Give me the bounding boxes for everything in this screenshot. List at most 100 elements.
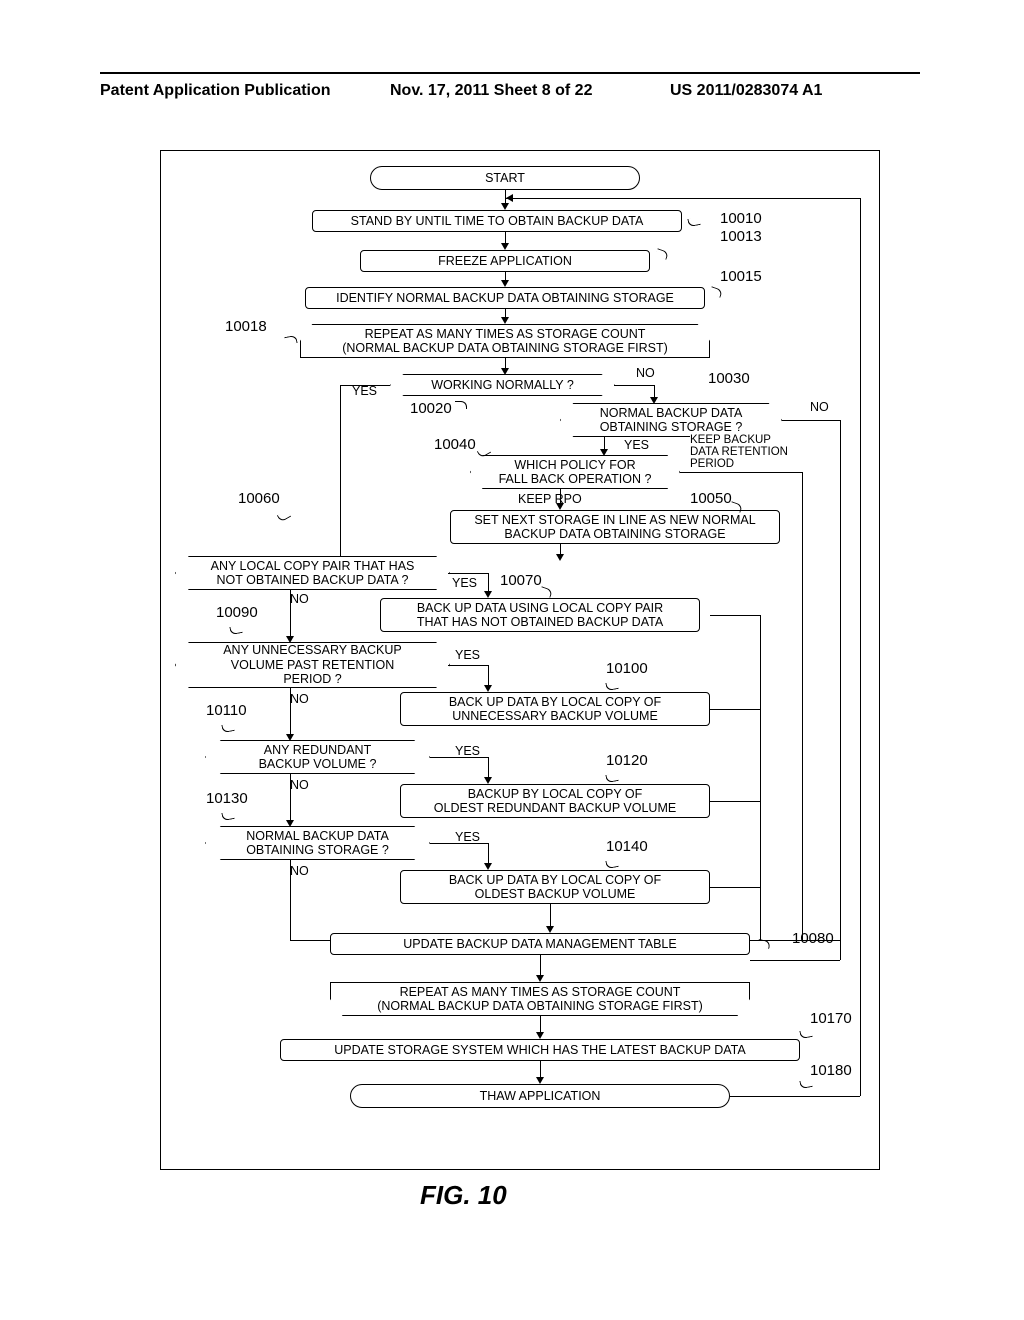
label-yes: YES: [624, 438, 649, 452]
ref-10050: 10050: [690, 490, 732, 507]
connector: [488, 843, 489, 865]
ref-10040: 10040: [434, 436, 476, 453]
node-set-next: SET NEXT STORAGE IN LINE AS NEW NORMAL B…: [450, 510, 780, 544]
arrow-icon: [536, 1077, 544, 1084]
ref-10030: 10030: [708, 370, 750, 387]
arrow-icon: [484, 685, 492, 692]
label-yes: YES: [455, 830, 480, 844]
arrow-icon: [501, 280, 509, 287]
loop-end: REPEAT AS MANY TIMES AS STORAGE COUNT (N…: [330, 982, 750, 1016]
header-rule: [100, 72, 920, 74]
node-set-next-text: SET NEXT STORAGE IN LINE AS NEW NORMAL B…: [474, 513, 755, 542]
connector: [290, 774, 291, 822]
ref-10110: 10110: [206, 702, 247, 719]
arrow-icon: [556, 503, 564, 510]
node-backup-redundant-text: BACKUP BY LOCAL COPY OF OLDEST REDUNDANT…: [434, 787, 676, 816]
decision-policy-text: WHICH POLICY FOR FALL BACK OPERATION ?: [499, 458, 652, 487]
ref-10100: 10100: [606, 660, 648, 677]
connector: [430, 757, 488, 758]
loop-start: REPEAT AS MANY TIMES AS STORAGE COUNT (N…: [300, 324, 710, 358]
decision-redundant: ANY REDUNDANT BACKUP VOLUME ?: [205, 740, 430, 774]
ref-10070: 10070: [500, 572, 542, 589]
connector: [760, 615, 761, 940]
node-backup-pair: BACK UP DATA USING LOCAL COPY PAIR THAT …: [380, 598, 700, 632]
arrow-icon: [506, 194, 513, 202]
decision-redundant-text: ANY REDUNDANT BACKUP VOLUME ?: [259, 743, 377, 772]
connector: [430, 843, 488, 844]
label-no: NO: [290, 778, 309, 792]
arrow-icon: [501, 317, 509, 324]
ref-10060: 10060: [238, 490, 280, 507]
decision-any-localpair-text: ANY LOCAL COPY PAIR THAT HAS NOT OBTAINE…: [211, 559, 415, 588]
node-backup-unnecessary: BACK UP DATA BY LOCAL COPY OF UNNECESSAR…: [400, 692, 710, 726]
label-yes: YES: [452, 576, 477, 590]
arrow-icon: [501, 243, 509, 250]
connector: [840, 420, 841, 960]
arrow-icon: [501, 203, 509, 210]
arrow-icon: [501, 368, 509, 375]
decision-normal-obtaining: NORMAL BACKUP DATA OBTAINING STORAGE ?: [205, 826, 430, 860]
ref-10020: 10020: [410, 400, 452, 417]
ref-10130: 10130: [206, 790, 248, 807]
ref-10015: 10015: [720, 268, 762, 285]
ref-10120: 10120: [606, 752, 648, 769]
connector: [710, 709, 760, 710]
arrow-icon: [536, 1032, 544, 1039]
connector: [525, 198, 860, 199]
connector: [750, 960, 840, 961]
decision-normal-storage: NORMAL BACKUP DATA OBTAINING STORAGE ?: [560, 403, 782, 437]
label-no: NO: [636, 366, 655, 380]
connector: [488, 573, 489, 593]
label-keep-retention: KEEP BACKUP DATA RETENTION PERIOD: [690, 434, 788, 470]
ref-10018: 10018: [225, 318, 267, 335]
connector: [290, 590, 291, 638]
arrow-icon: [484, 591, 492, 598]
arrow-icon: [600, 449, 608, 456]
decision-normal-obtaining-text: NORMAL BACKUP DATA OBTAINING STORAGE ?: [246, 829, 389, 858]
connector: [614, 385, 654, 386]
connector: [550, 904, 551, 928]
node-backup-oldest-text: BACK UP DATA BY LOCAL COPY OF OLDEST BAC…: [449, 873, 661, 902]
connector: [340, 385, 390, 386]
header-left: Patent Application Publication: [100, 82, 331, 100]
leader-icon: [455, 401, 467, 409]
loop-start-text: REPEAT AS MANY TIMES AS STORAGE COUNT (N…: [342, 327, 668, 356]
node-update-table: UPDATE BACKUP DATA MANAGEMENT TABLE: [330, 933, 750, 955]
arrow-icon: [286, 636, 294, 643]
connector: [290, 688, 291, 736]
connector: [488, 757, 489, 779]
label-no: NO: [290, 692, 309, 706]
arrow-icon: [546, 926, 554, 933]
label-no: NO: [290, 592, 309, 606]
arrow-icon: [286, 734, 294, 741]
arrow-icon: [484, 863, 492, 870]
header-mid: Nov. 17, 2011 Sheet 8 of 22: [390, 82, 592, 100]
loop-end-text: REPEAT AS MANY TIMES AS STORAGE COUNT (N…: [377, 985, 703, 1014]
connector: [860, 198, 861, 1096]
ref-10180: 10180: [810, 1062, 852, 1079]
ref-10080: 10080: [792, 930, 834, 947]
connector: [290, 860, 291, 940]
header-right: US 2011/0283074 A1: [670, 82, 822, 100]
ref-10010: 10010: [720, 210, 762, 227]
node-thaw: THAW APPLICATION: [350, 1084, 730, 1108]
ref-10013: 10013: [720, 228, 762, 245]
connector: [540, 955, 541, 977]
node-identify: IDENTIFY NORMAL BACKUP DATA OBTAINING ST…: [305, 287, 705, 309]
connector: [802, 472, 803, 940]
arrow-icon: [286, 820, 294, 827]
decision-unnecessary-text: ANY UNNECESSARY BACKUP VOLUME PAST RETEN…: [223, 643, 402, 686]
decision-policy: WHICH POLICY FOR FALL BACK OPERATION ?: [470, 455, 680, 489]
connector: [448, 665, 488, 666]
connector: [488, 665, 489, 687]
node-start: START: [370, 166, 640, 190]
node-update-system: UPDATE STORAGE SYSTEM WHICH HAS THE LATE…: [280, 1039, 800, 1061]
decision-working: WORKING NORMALLY ?: [390, 374, 615, 396]
label-yes: YES: [455, 648, 480, 662]
ref-10090: 10090: [216, 604, 258, 621]
node-backup-redundant: BACKUP BY LOCAL COPY OF OLDEST REDUNDANT…: [400, 784, 710, 818]
connector: [448, 573, 488, 574]
connector: [710, 801, 760, 802]
node-standby: STAND BY UNTIL TIME TO OBTAIN BACKUP DAT…: [312, 210, 682, 232]
decision-normal-storage-text: NORMAL BACKUP DATA OBTAINING STORAGE ?: [600, 406, 743, 435]
